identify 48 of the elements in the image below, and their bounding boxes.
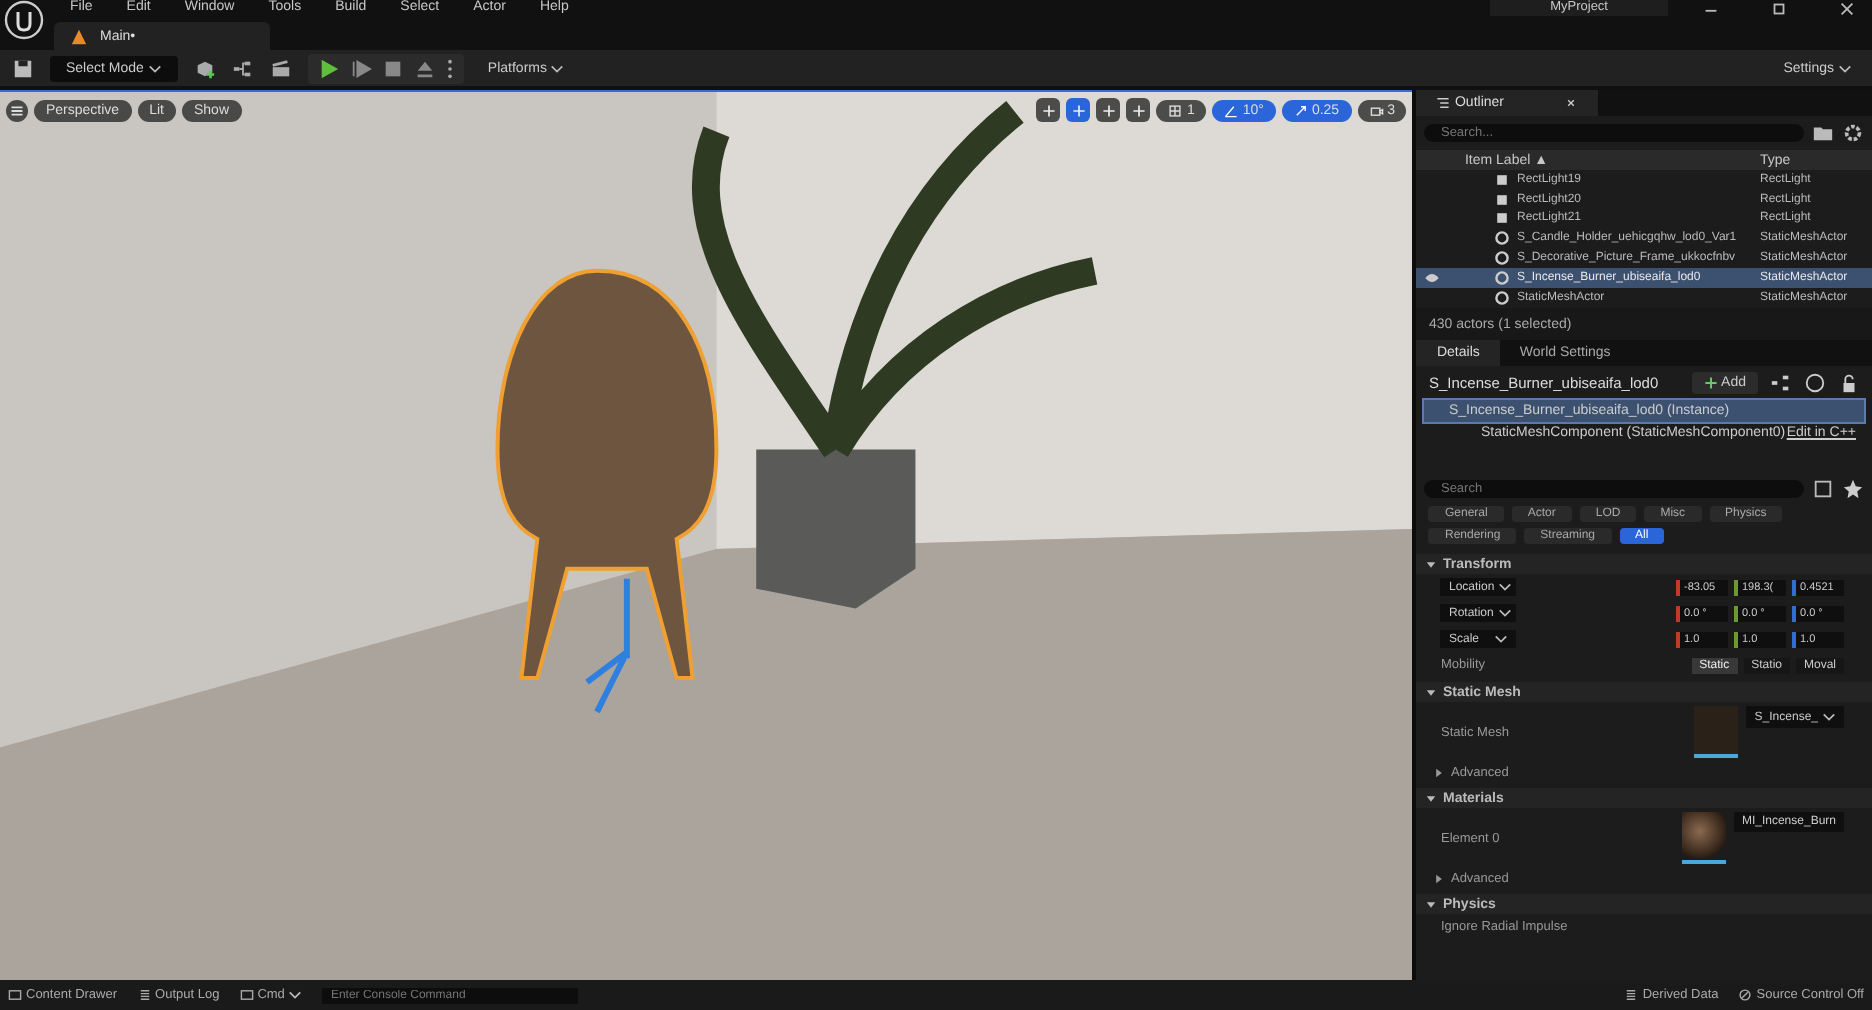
folder-icon[interactable] [1812,122,1834,144]
mesh-thumbnail [1694,706,1739,758]
expand-arrow-icon [1432,766,1447,780]
lock-icon[interactable] [1838,372,1860,394]
save-icon[interactable] [12,57,34,79]
close-icon[interactable] [1564,96,1578,110]
stop-icon[interactable] [381,57,404,79]
collapse-arrow-icon [1424,897,1439,911]
prohibited-icon [1738,988,1753,1002]
angle-icon [1224,103,1239,117]
caret-icon [550,61,565,75]
more-icon[interactable] [445,57,454,79]
collapse-arrow-icon [1424,557,1439,571]
log-icon [137,988,152,1002]
cross-icon [1101,103,1116,117]
cross-icon [1041,103,1056,117]
close-icon[interactable] [1838,0,1856,17]
grid-icon[interactable] [1812,478,1834,500]
collapse-arrow-icon [1424,685,1439,699]
transform-tool-button[interactable] [1036,98,1061,122]
star-icon[interactable] [1842,478,1864,500]
cross-icon [1131,103,1146,117]
collapse-arrow-icon [1424,791,1439,805]
transform-tool-button[interactable] [1096,98,1121,122]
transform-tool-button[interactable] [1066,98,1091,122]
expand-arrow-icon [1432,872,1447,886]
eject-icon[interactable] [413,57,436,79]
restore-icon[interactable] [1770,0,1788,17]
list-icon [1436,96,1451,110]
transform-tool-button[interactable] [1126,98,1151,122]
help-icon[interactable] [1804,372,1826,394]
eye-icon[interactable] [1424,269,1441,286]
add-actor-icon[interactable] [193,57,216,79]
step-icon[interactable] [349,57,372,79]
caret-icon [1838,61,1852,75]
caret-icon [1822,710,1836,724]
cross-icon [1071,103,1086,117]
clapperboard-icon[interactable] [269,57,292,79]
material-thumbnail [1681,812,1726,864]
level-icon [70,27,88,45]
play-icon[interactable] [317,57,340,79]
grid-icon [1168,103,1183,117]
caret-icon [147,61,162,75]
caret-icon [288,988,303,1002]
diagonal-arrow-icon [1293,103,1308,117]
camera-icon [1369,103,1384,117]
plus-icon [1703,376,1718,390]
settings-icon[interactable] [1842,122,1864,144]
